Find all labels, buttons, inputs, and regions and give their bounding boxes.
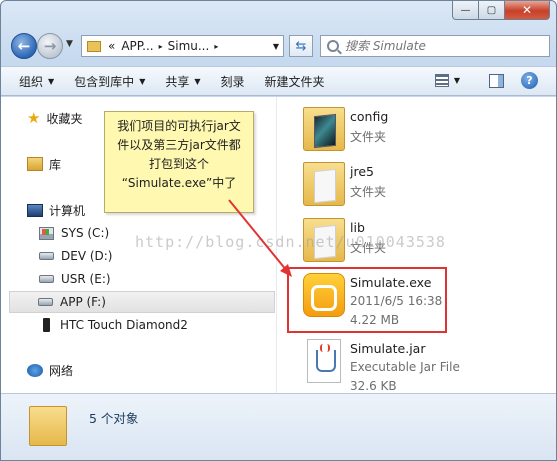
preview-pane-icon[interactable] [489,74,504,88]
file-name: config [350,109,389,124]
new-folder-button[interactable]: 新建文件夹 [265,73,325,90]
back-button[interactable]: ← [11,33,37,59]
file-type: 文件夹 [350,130,387,144]
forward-button[interactable]: → [37,33,63,59]
nav-item-favorites[interactable]: ★ 收藏夹 [27,107,82,129]
refresh-button[interactable]: ⇆ [289,35,313,57]
file-name: jre5 [350,164,374,179]
nav-item-drive-d[interactable]: DEV (D:) [39,245,113,267]
chevron-right-icon[interactable]: ▸ [214,42,218,51]
file-name: Simulate.jar [350,341,426,356]
share-label: 共享 [165,74,190,89]
view-options-button[interactable]: ▼ [434,74,460,87]
nav-item-network[interactable]: 网络 [27,359,73,381]
list-item[interactable]: jre5 文件夹 [297,160,547,212]
list-item[interactable]: Simulate.jar Executable Jar File 32.6 KB [297,337,547,393]
search-box[interactable] [320,35,550,57]
callout-line: 件以及第三方jar文件都 [117,138,241,152]
file-size: 32.6 KB [350,379,397,393]
burn-button[interactable]: 刻录 [221,73,245,90]
nav-item-drive-e[interactable]: USR (E:) [39,268,111,290]
address-segment-app[interactable]: APP... [121,39,153,53]
nav-label: HTC Touch Diamond2 [60,318,188,332]
chevron-down-icon: ▼ [139,76,146,86]
address-segment-simulate[interactable]: Simu... [168,39,210,53]
maximize-button[interactable]: ▢ [479,1,505,20]
callout-line: “Simulate.exe”中了 [121,176,237,190]
system-drive-icon [39,226,54,240]
phone-icon [43,318,50,332]
item-count: 5 个对象 [89,411,139,426]
nav-label: DEV (D:) [61,249,113,263]
search-icon [327,40,339,52]
list-item[interactable]: config 文件夹 [297,105,547,157]
minimize-button[interactable]: — [452,1,479,20]
command-bar: 组织 ▼ 包含到库中 ▼ 共享 ▼ 刻录 新建文件夹 ▼ ? [1,66,556,96]
address-bar[interactable]: « APP... ▸ Simu... ▸ ▼ [81,35,284,57]
chevron-down-icon: ▼ [194,76,201,86]
view-list-icon [434,74,449,87]
address-overflow[interactable]: « [108,39,115,53]
recent-pages-dropdown[interactable]: ▼ [66,39,73,49]
address-dropdown[interactable]: ▼ [273,42,279,51]
nav-label: SYS (C:) [61,226,110,240]
nav-label: 库 [49,157,62,172]
nav-item-computer[interactable]: 计算机 [27,199,85,221]
explorer-window: — ▢ ✕ ← → ▼ « APP... ▸ Simu... ▸ ▼ ⇆ 组织 ▼… [0,0,557,461]
computer-icon [27,203,43,217]
nav-item-device[interactable]: HTC Touch Diamond2 [39,314,188,336]
refresh-icon: ⇆ [295,38,307,54]
include-library-menu[interactable]: 包含到库中 ▼ [74,73,145,90]
chevron-right-icon[interactable]: ▸ [159,42,163,51]
details-pane: 5 个对象 [1,393,556,460]
nav-label: 网络 [49,363,74,378]
file-type: 文件夹 [350,185,387,199]
network-icon [27,363,43,377]
chevron-down-icon: ▼ [48,76,55,86]
nav-label: USR (E:) [61,272,111,286]
annotation-callout: 我们项目的可执行jar文 件以及第三方jar文件都 打包到这个 “Simulat… [104,111,254,213]
library-icon [27,157,43,171]
nav-item-drive-c[interactable]: SYS (C:) [39,222,109,244]
caption-buttons: — ▢ ✕ [452,1,550,20]
folder-icon [87,40,101,52]
callout-line: 我们项目的可执行jar文 [117,119,241,133]
folder-icon [303,107,345,151]
nav-label: 收藏夹 [46,111,83,126]
drive-icon [39,252,54,260]
java-jar-icon [307,339,341,383]
chevron-down-icon: ▼ [453,76,460,85]
folder-icon [29,406,67,446]
help-icon[interactable]: ? [521,72,538,89]
drive-icon [39,275,54,283]
share-menu[interactable]: 共享 ▼ [165,73,200,90]
folder-icon [303,162,345,206]
organize-label: 组织 [19,74,44,89]
nav-item-libraries[interactable]: 库 [27,153,61,175]
search-input[interactable] [345,39,545,53]
file-type: Executable Jar File [350,360,460,374]
callout-line: 打包到这个 [148,157,209,171]
star-icon: ★ [27,109,41,127]
navigation-row: ← → ▼ « APP... ▸ Simu... ▸ ▼ ⇆ [9,31,550,61]
watermark: http://blog.csdn.net/u010043538 [135,233,446,251]
include-library-label: 包含到库中 [74,74,135,89]
nav-item-drive-f[interactable]: APP (F:) [9,291,275,313]
organize-menu[interactable]: 组织 ▼ [19,73,54,90]
drive-icon [38,298,53,306]
nav-label: APP (F:) [60,295,106,309]
highlight-box [287,267,447,333]
nav-label: 计算机 [49,203,86,218]
close-button[interactable]: ✕ [505,1,550,20]
